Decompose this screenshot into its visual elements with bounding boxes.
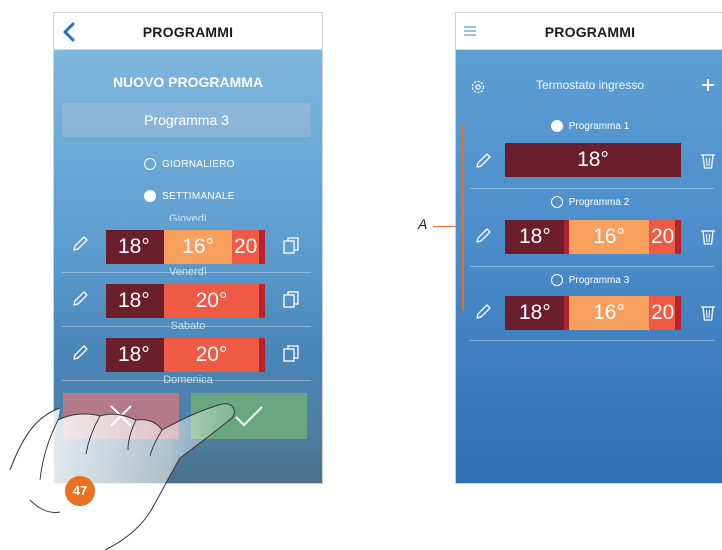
segment-end <box>675 220 681 254</box>
program-name: Programma 1 <box>568 120 630 132</box>
programs-list-screen: PROGRAMMI Termostato ingresso Programma … <box>455 12 722 484</box>
day-label: Venerdì <box>169 266 207 278</box>
program-schedule-bar[interactable]: 18° <box>505 143 681 177</box>
segment-temp: 16° <box>569 296 649 330</box>
thermostat-name: Termostato ingresso <box>535 78 645 92</box>
confirm-button[interactable] <box>191 393 307 439</box>
radio-weekly[interactable]: SETTIMANALE <box>144 188 235 204</box>
radio-circle[interactable] <box>550 120 563 132</box>
segment-temp: 18° <box>505 220 564 254</box>
radio-circle[interactable] <box>550 196 563 208</box>
segment-temp: 20° <box>649 220 675 254</box>
segment-end <box>259 284 265 318</box>
pencil-icon[interactable] <box>71 235 89 253</box>
step-badge: 47 <box>65 476 95 506</box>
program-name: Programma 3 <box>568 274 630 286</box>
radio-circle[interactable] <box>550 274 563 286</box>
segment-end <box>259 230 265 264</box>
segment-temp: 20° <box>164 284 259 318</box>
divider <box>470 266 714 267</box>
program-label[interactable]: Programma 1 <box>456 120 722 132</box>
segment-temp: 16° <box>164 230 232 264</box>
callout-letter: A <box>418 216 428 232</box>
radio-circle[interactable] <box>144 190 156 202</box>
radio-daily[interactable]: GIORNALIERO <box>144 156 235 172</box>
trash-icon[interactable] <box>700 304 716 322</box>
program-name: Programma 2 <box>568 196 630 208</box>
programs-content: Termostato ingresso Programma 1 18° Prog… <box>456 50 722 483</box>
program-label[interactable]: Programma 3 <box>456 274 722 286</box>
segment-temp: 16° <box>569 220 649 254</box>
segment-temp: 18° <box>106 284 164 318</box>
segment-end <box>259 338 265 372</box>
segment-temp: 18° <box>505 296 564 330</box>
day-label: Sabato <box>170 320 206 332</box>
trash-icon[interactable] <box>700 152 716 170</box>
radio-circle[interactable] <box>144 158 156 170</box>
new-program-title: NUOVO PROGRAMMA <box>112 74 264 90</box>
new-program-content: NUOVO PROGRAMMA Programma 3 GIORNALIERO … <box>54 50 322 483</box>
program-label[interactable]: Programma 2 <box>456 196 722 208</box>
day-label: Domenica <box>163 374 213 386</box>
day-schedule-bar[interactable]: 18° 20° <box>106 284 265 318</box>
callout-line <box>433 226 456 227</box>
radio-label: SETTIMANALE <box>162 190 235 202</box>
add-program-icon[interactable] <box>701 78 715 92</box>
cancel-button[interactable] <box>63 393 179 439</box>
day-schedule-bar[interactable]: 18° 20° <box>106 338 265 372</box>
program-schedule-bar[interactable]: 18° 16° 20° <box>505 296 681 330</box>
pencil-icon[interactable] <box>474 152 492 170</box>
segment-temp: 18° <box>505 143 681 177</box>
copy-icon[interactable] <box>283 345 299 362</box>
pencil-icon[interactable] <box>71 290 89 308</box>
segment-temp: 18° <box>106 338 164 372</box>
check-icon <box>235 406 263 427</box>
radio-label: GIORNALIERO <box>162 158 235 170</box>
segment-temp: 20° <box>164 338 259 372</box>
copy-icon[interactable] <box>283 237 299 254</box>
page-title: PROGRAMMI <box>544 24 636 40</box>
day-schedule-bar[interactable]: 18° 16° 20 <box>106 230 265 264</box>
copy-icon[interactable] <box>283 291 299 308</box>
segment-end <box>675 296 681 330</box>
divider <box>470 340 714 341</box>
day-label: Giovedì <box>169 213 207 221</box>
divider <box>470 188 714 189</box>
page-title: PROGRAMMI <box>142 24 234 40</box>
header: PROGRAMMI <box>456 13 722 50</box>
pencil-icon[interactable] <box>71 344 89 362</box>
close-icon <box>110 405 132 427</box>
trash-icon[interactable] <box>700 228 716 246</box>
segment-temp: 20° <box>649 296 675 330</box>
segment-temp: 20 <box>232 230 259 264</box>
pencil-icon[interactable] <box>474 303 492 321</box>
program-name-input[interactable]: Programma 3 <box>62 103 311 137</box>
new-program-screen: PROGRAMMI NUOVO PROGRAMMA Programma 3 GI… <box>53 12 323 484</box>
program-schedule-bar[interactable]: 18° 16° 20° <box>505 220 681 254</box>
segment-temp: 18° <box>106 230 164 264</box>
header: PROGRAMMI <box>54 13 322 50</box>
pencil-icon[interactable] <box>474 227 492 245</box>
